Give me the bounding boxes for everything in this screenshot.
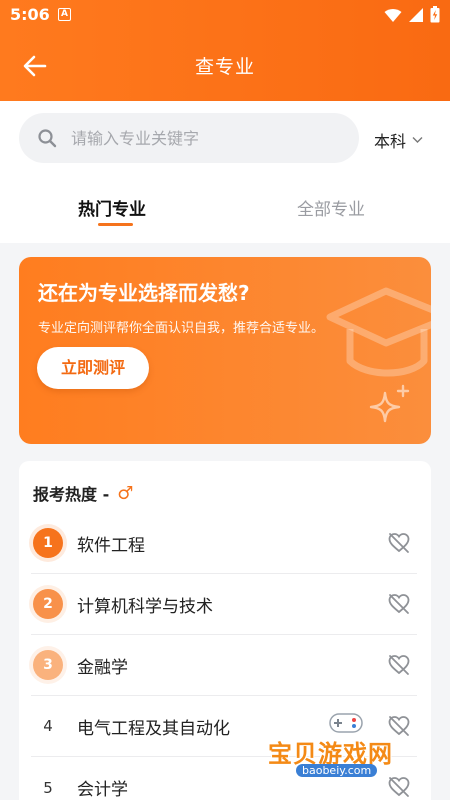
rank-number: 4 [43, 717, 53, 735]
major-name: 计算机科学与技术 [77, 596, 213, 617]
ranking-heading-label: 报考热度 - [33, 485, 110, 504]
search-box[interactable] [19, 113, 359, 163]
heart-off-icon[interactable] [387, 653, 411, 677]
search-input[interactable] [71, 128, 331, 148]
wifi-icon [384, 8, 402, 22]
active-tab-indicator [98, 223, 133, 226]
start-assessment-button[interactable]: 立即测评 [37, 347, 149, 389]
tab-all-majors[interactable]: 全部专业 [297, 195, 365, 220]
banner-title: 还在为专业选择而发愁? [38, 281, 250, 305]
banner-subtitle: 专业定向测评帮你全面认识自我，推荐合适专业。 [38, 321, 325, 336]
major-name: 软件工程 [77, 535, 145, 556]
assessment-banner[interactable]: 还在为专业选择而发愁? 专业定向测评帮你全面认识自我，推荐合适专业。 立即测评 [19, 257, 431, 444]
major-row[interactable]: 2 计算机科学与技术 [31, 574, 417, 635]
watermark-url: baobeiy.com [296, 764, 378, 777]
site-watermark: 宝贝游戏网 baobeiy.com [268, 708, 426, 782]
sparkle-icon [369, 384, 410, 423]
status-icons [384, 6, 440, 23]
rank-badge: 1 [33, 528, 63, 558]
search-and-tabs: 本科 热门专业 全部专业 [0, 101, 450, 243]
status-bar: 5:06 A [0, 0, 450, 32]
major-row[interactable]: 3 金融学 [31, 635, 417, 696]
heart-off-icon[interactable] [387, 592, 411, 616]
rank-number: 5 [43, 778, 53, 797]
level-select-value: 本科 [374, 132, 407, 151]
ranking-heading: 报考热度 - ♂ [33, 481, 133, 505]
heart-off-icon[interactable] [387, 531, 411, 555]
app-header: 5:06 A 查专业 [0, 0, 450, 101]
battery-icon [430, 6, 440, 23]
major-name: 会计学 [77, 780, 128, 800]
major-row[interactable]: 1 软件工程 [31, 513, 417, 574]
level-select[interactable]: 本科 [374, 128, 423, 152]
chevron-down-icon [412, 137, 423, 143]
graduation-cap-icon [326, 287, 431, 377]
search-icon [37, 128, 57, 148]
page-title: 查专业 [194, 56, 255, 78]
notification-a-icon: A [58, 8, 71, 21]
major-name: 金融学 [77, 657, 128, 678]
tab-hot-majors[interactable]: 热门专业 [78, 195, 146, 220]
rank-badge: 2 [33, 589, 63, 619]
signal-icon [409, 7, 423, 22]
major-name: 电气工程及其自动化 [77, 718, 230, 739]
status-time: 5:06 [10, 5, 50, 24]
rank-badge: 3 [33, 650, 63, 680]
male-gender-icon[interactable]: ♂ [117, 483, 133, 504]
